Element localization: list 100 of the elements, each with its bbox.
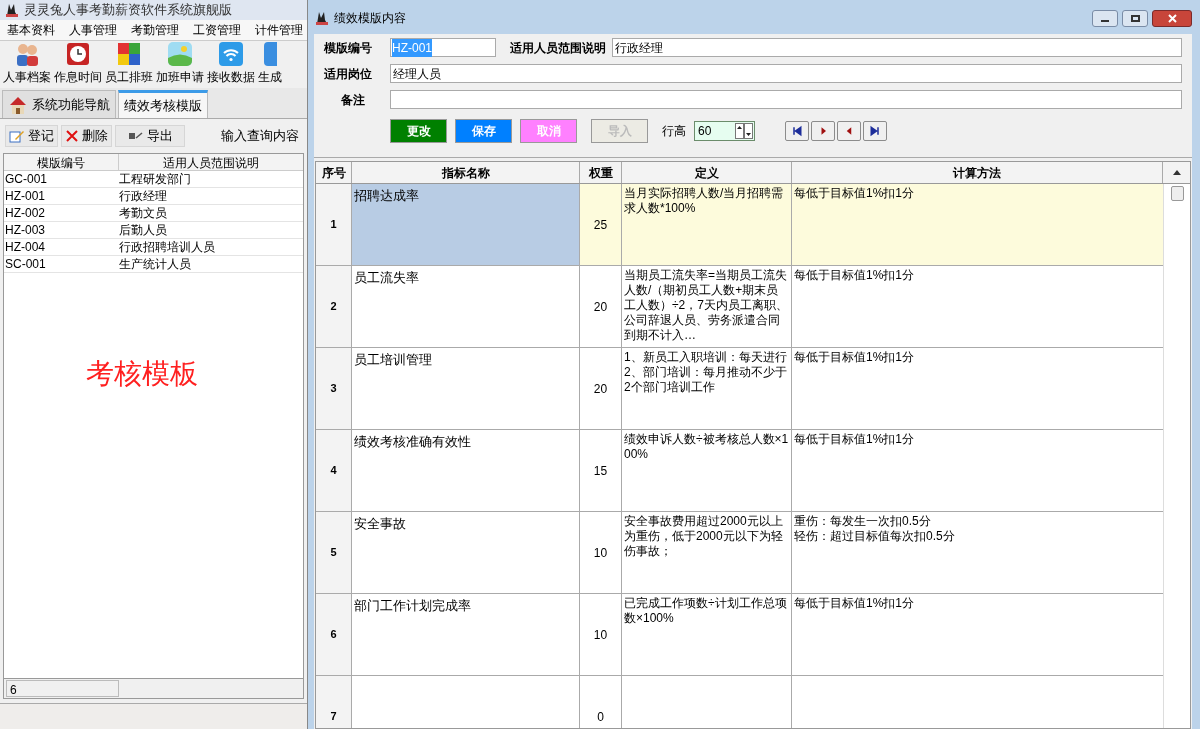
table-cell: 员工流失率 (354, 270, 419, 285)
tab[interactable]: 绩效考核模版 (118, 90, 208, 118)
column-header[interactable]: 指标名称 (352, 162, 580, 183)
clock-icon (65, 41, 91, 67)
menu-item[interactable]: 人事管理 (69, 21, 117, 39)
toolbar-button[interactable]: 人事档案 (3, 41, 51, 86)
list-row[interactable]: HZ-001 行政经理 (4, 188, 303, 205)
grid-icon (116, 41, 142, 67)
toolbar-button[interactable]: 加班申请 (156, 41, 204, 86)
grid-row[interactable]: 6 部门工作计划完成率 10 已完成工作项数÷计划工作总项数×100% 每低于目标值1%扣1分 (316, 594, 1163, 676)
box-icon (263, 41, 277, 67)
scroll-up-icon[interactable] (1172, 170, 1181, 175)
table-cell: 每低于目标值1%扣1分 (794, 432, 915, 447)
toolbar-button[interactable]: 员工排班 (105, 41, 153, 86)
record-count: 6 (6, 680, 119, 697)
grid-row[interactable]: 1 招聘达成率 25 当月实际招聘人数/当月招聘需求人数*100% 每低于目标值1%扣1分 (316, 184, 1163, 266)
column-header[interactable]: 适用人员范围说明 (119, 154, 303, 170)
pencil-icon (9, 128, 25, 144)
row-number: 7 (316, 676, 352, 728)
scroll-thumb[interactable] (1170, 186, 1184, 201)
scope-field[interactable]: 行政经理 (612, 38, 1182, 57)
register-button[interactable]: 登记 (5, 125, 58, 147)
last-button[interactable] (863, 121, 887, 141)
row-number: 1 (316, 184, 352, 265)
landscape-icon (167, 41, 193, 67)
menu-item[interactable]: 工资管理 (193, 21, 241, 39)
row-number: 6 (316, 594, 352, 675)
table-cell: 每低于目标值1%扣1分 (794, 350, 915, 365)
column-header[interactable]: 计算方法 (792, 162, 1163, 183)
grid-row[interactable]: 4 绩效考核准确有效性 15 绩效申诉人数÷被考核总人数×100% 每低于目标值1%扣1分 (316, 430, 1163, 512)
list-row[interactable]: SC-001 生产统计人员 (4, 256, 303, 273)
table-cell: 每低于目标值1%扣1分 (794, 596, 915, 611)
people-icon (14, 41, 40, 67)
remark-field[interactable] (390, 90, 1182, 109)
row-number: 4 (316, 430, 352, 511)
first-icon (791, 125, 803, 137)
table-cell: 每低于目标值1%扣1分 (794, 186, 915, 201)
column-header[interactable]: 序号 (316, 162, 352, 183)
house-icon (8, 94, 28, 115)
table-cell-text: 1、新员工入职培训：每天进行 (624, 350, 788, 365)
field-label: 适用岗位 (324, 65, 373, 83)
row-height-spinner[interactable]: 60 (694, 121, 755, 141)
toolbar-button[interactable]: 作息时间 (54, 41, 102, 86)
list-row[interactable]: HZ-002 考勤文员 (4, 205, 303, 222)
toolbar-button[interactable]: 生成 (258, 41, 282, 86)
row-number: 2 (316, 266, 352, 347)
table-cell-text: 25 (593, 216, 608, 234)
tab[interactable]: 系统功能导航 (2, 90, 116, 118)
row-number: 5 (316, 512, 352, 593)
column-header[interactable]: 模版编号 (4, 154, 119, 170)
export-button[interactable]: 导出 (115, 125, 185, 147)
window-title: 灵灵兔人事考勤薪资软件系统旗舰版 (24, 1, 232, 20)
first-button[interactable] (785, 121, 809, 141)
delete-button[interactable]: 删除 (61, 125, 112, 147)
search-label: 输入查询内容 (221, 127, 299, 146)
table-cell-text: 10 (593, 544, 608, 562)
post-field[interactable]: 经理人员 (390, 64, 1182, 83)
cross-icon (65, 129, 79, 143)
menu-item[interactable]: 基本资料 (7, 21, 55, 39)
table-cell-text: 当月实际招聘人数/当月招聘需求人数*100% (624, 186, 785, 216)
table-cell-text: 10 (593, 626, 608, 644)
list-row[interactable]: HZ-004 行政招聘培训人员 (4, 239, 303, 256)
action-button[interactable]: 保存 (455, 119, 512, 143)
grid-row[interactable]: 3 员工培训管理 20 1、新员工入职培训：每天进行 2、部门培训：每月推动不少于2个部门培训工作 每低于目标值1%扣1分 (316, 348, 1163, 430)
table-cell-text: 安全事故费用超过2000元以上为重伤，低于2000元以下为轻伤事故； (624, 514, 784, 559)
maximize-button[interactable] (1122, 9, 1148, 27)
close-button[interactable] (1152, 9, 1192, 27)
menu-item[interactable]: 计件管理 (255, 21, 303, 39)
table-cell: 当期员工流失率=当期员工流失人数/（期初员工人数+期末员工人数）÷2，7天内员工离职、公司辞退人员、劳务派遣合同到期不计入… (624, 268, 789, 343)
dialog-title: 绩效模版内容 (334, 10, 407, 27)
rabbit-icon (314, 10, 330, 26)
list-row[interactable]: HZ-003 后勤人员 (4, 222, 303, 239)
play-button[interactable] (811, 121, 835, 141)
export-icon (127, 130, 144, 142)
table-cell: 招聘达成率 (354, 188, 419, 203)
last-icon (869, 125, 881, 137)
field-label: 备注 (340, 91, 366, 109)
table-cell: 部门工作计划完成率 (354, 598, 471, 613)
table-cell-text: 2、部门培训：每月推动不少于2个部门培训工作 (624, 365, 788, 395)
grid-row[interactable]: 2 员工流失率 20 当期员工流失率=当期员工流失人数/（期初员工人数+期末员工人数）÷2，7天内员工离职、公司辞退人员、劳务派遣合同到期不计入… 每低于目标值1%扣1分 (316, 266, 1163, 348)
table-cell: 安全事故 (354, 516, 406, 531)
list-row[interactable]: GC-001 工程研发部门 (4, 171, 303, 188)
column-header[interactable]: 定义 (622, 162, 792, 183)
grid-row[interactable]: 5 安全事故 10 安全事故费用超过2000元以上为重伤，低于2000元以下为轻伤事故； 重伤：每发生一次扣0.5分 轻伤：超过目标值每次扣0.5分 (316, 512, 1163, 594)
table-cell-text: 已完成工作项数÷计划工作总项数×100% (624, 596, 788, 626)
column-header[interactable]: 权重 (580, 162, 622, 183)
menu-item[interactable]: 考勤管理 (131, 21, 179, 39)
table-cell: 重伤：每发生一次扣0.5分 (794, 514, 931, 529)
minimize-button[interactable] (1092, 9, 1118, 27)
table-cell-text: 15 (593, 462, 608, 480)
rabbit-icon (4, 2, 20, 18)
spinner-arrows-icon (735, 123, 753, 139)
field-label: 适用人员范围说明 (510, 39, 606, 57)
back-button[interactable] (837, 121, 861, 141)
action-button[interactable]: 更改 (390, 119, 447, 143)
table-cell: 绩效考核准确有效性 (354, 434, 471, 449)
table-cell: 员工培训管理 (354, 352, 432, 367)
toolbar-button[interactable]: 接收数据 (207, 41, 255, 86)
table-cell-text: 20 (593, 298, 608, 316)
table-cell: 每低于目标值1%扣1分 (794, 268, 915, 283)
